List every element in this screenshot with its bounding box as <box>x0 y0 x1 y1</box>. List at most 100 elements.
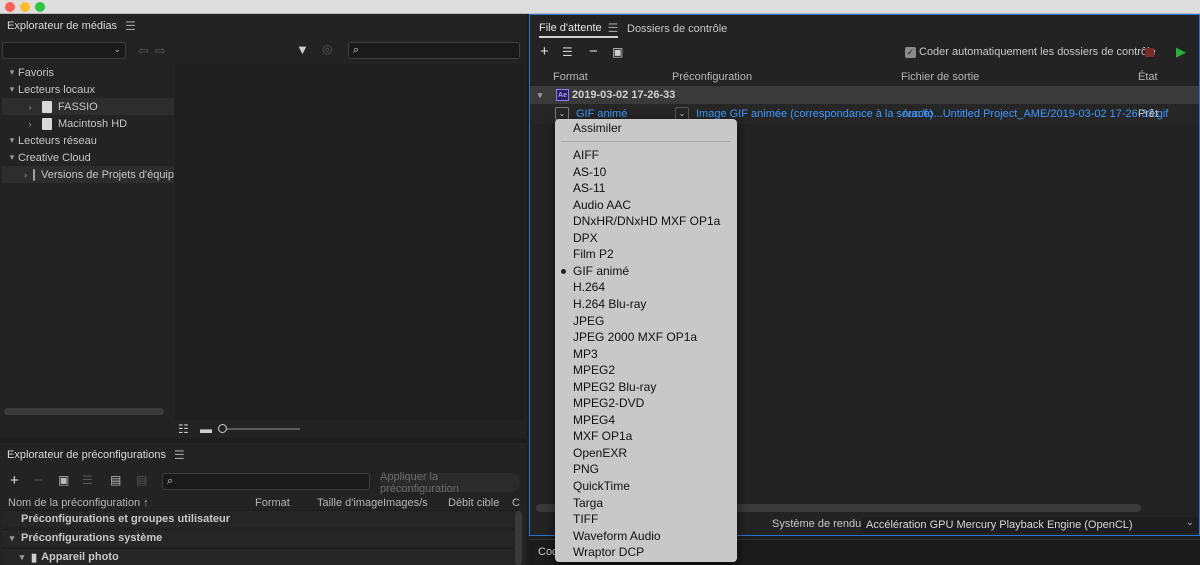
duplicate-item-icon[interactable]: ▣ <box>612 45 623 59</box>
minimize-window-button[interactable] <box>20 2 30 12</box>
chevron-down-icon[interactable]: ▾ <box>6 533 18 544</box>
menu-item-format[interactable]: DNxHR/DNxHD MXF OP1a <box>555 213 737 229</box>
menu-item-format[interactable]: DPX <box>555 230 737 246</box>
chevron-right-icon[interactable]: › <box>24 119 36 129</box>
col-format[interactable]: Format <box>255 497 290 509</box>
location-dropdown[interactable]: ⌄ <box>2 42 126 59</box>
back-arrow-icon[interactable]: ⇦ <box>138 43 149 59</box>
col-preset[interactable]: Préconfiguration <box>672 71 752 83</box>
menu-item-format[interactable]: MPEG2-DVD <box>555 395 737 411</box>
filter-icon[interactable]: ▼ <box>296 42 309 57</box>
menu-item-format[interactable]: PNG <box>555 461 737 477</box>
view-toggle-icon[interactable]: ◎ <box>322 42 332 56</box>
zoom-slider-handle[interactable] <box>218 424 227 433</box>
tab-queue[interactable]: File d'attente ☰ <box>539 19 619 38</box>
menu-item-format[interactable]: GIF animé <box>555 263 737 279</box>
col-frame-size[interactable]: Taille d'image <box>317 497 383 509</box>
menu-item-format[interactable]: MP3 <box>555 346 737 362</box>
add-preset-icon[interactable]: + <box>10 472 19 489</box>
menu-item-format[interactable]: MPEG2 Blu-ray <box>555 379 737 395</box>
col-status[interactable]: État <box>1138 71 1158 83</box>
menu-item-format[interactable]: AS-10 <box>555 164 737 180</box>
zoom-window-button[interactable] <box>35 2 45 12</box>
preset-group-camera[interactable]: ▾ ▮ Appareil photo <box>2 548 514 565</box>
chevron-down-icon[interactable]: ▾ <box>16 552 28 563</box>
menu-item-format[interactable]: Audio AAC <box>555 197 737 213</box>
tab-watch-folders[interactable]: Dossiers de contrôle <box>627 19 727 38</box>
tree-item-favoris[interactable]: ▾ Favoris <box>2 64 174 81</box>
panel-menu-icon[interactable]: ☰ <box>174 448 185 462</box>
menu-item-format[interactable]: JPEG <box>555 313 737 329</box>
add-source-icon[interactable]: + <box>540 43 549 60</box>
queue-toolbar: + ☰ − ▣ ✓ Coder automatiquement les doss… <box>538 43 1191 63</box>
menu-item-format[interactable]: Targa <box>555 495 737 511</box>
apply-preset-button[interactable]: Appliquer la préconfiguration <box>380 471 520 495</box>
menu-item-format[interactable]: Wraptor DCP <box>555 544 737 560</box>
queue-settings-icon[interactable]: ☰ <box>562 45 573 59</box>
remove-preset-icon[interactable]: − <box>34 472 43 489</box>
chevron-down-icon[interactable]: ▾ <box>6 67 18 78</box>
tree-item-network-drives[interactable]: ▾ Lecteurs réseau <box>2 132 174 149</box>
start-queue-icon[interactable]: ▶ <box>1176 44 1186 60</box>
chevron-down-icon[interactable]: ▾ <box>6 152 18 163</box>
menu-item-format[interactable]: Film P2 <box>555 246 737 262</box>
search-icon: ⌕ <box>353 44 360 56</box>
chevron-right-icon[interactable]: › <box>24 170 27 180</box>
group-preset-icon[interactable]: ▣ <box>58 473 69 487</box>
preset-group-user[interactable]: Préconfigurations et groupes utilisateur <box>2 510 514 527</box>
chevron-down-icon[interactable]: ▾ <box>6 84 18 95</box>
chevron-down-icon[interactable]: ▾ <box>534 90 546 101</box>
import-preset-icon[interactable]: ▤ <box>110 473 121 487</box>
col-c[interactable]: C <box>512 497 520 509</box>
renderer-dropdown[interactable]: Accélération GPU Mercury Playback Engine… <box>862 517 1198 533</box>
thumbnail-view-icon[interactable]: ▬ <box>200 422 212 436</box>
media-content-area[interactable] <box>175 64 524 420</box>
queue-group-row[interactable]: ▾ Ae 2019-03-02 17-26-33 <box>530 86 1199 104</box>
panel-menu-icon[interactable]: ☰ <box>608 21 619 35</box>
preset-browser-header: Explorateur de préconfigurations ☰ <box>0 443 526 467</box>
col-output-file[interactable]: Fichier de sortie <box>901 71 979 83</box>
tree-item-team-projects[interactable]: › Versions de Projets d'équip <box>2 166 174 183</box>
export-preset-icon[interactable]: ▤ <box>136 473 147 487</box>
menu-item-format[interactable]: MXF OP1a <box>555 428 737 444</box>
list-view-icon[interactable]: ☷ <box>178 422 189 436</box>
preset-vertical-scrollbar[interactable] <box>515 511 522 565</box>
menu-item-format[interactable]: OpenEXR <box>555 445 737 461</box>
menu-item-format[interactable]: AIFF <box>555 147 737 163</box>
menu-item-format[interactable]: MPEG2 <box>555 362 737 378</box>
col-fps[interactable]: Images/s <box>383 497 428 509</box>
close-window-button[interactable] <box>5 2 15 12</box>
panel-menu-icon[interactable]: ☰ <box>125 19 136 33</box>
tree-horizontal-scrollbar[interactable] <box>4 408 164 415</box>
zoom-slider[interactable] <box>218 428 300 430</box>
menu-item-format[interactable]: AS-11 <box>555 180 737 196</box>
queue-item-output[interactable]: /var/fo...Untitled Project_AME/2019-03-0… <box>903 108 1168 120</box>
menu-item-format[interactable]: JPEG 2000 MXF OP1a <box>555 329 737 345</box>
menu-item-format[interactable]: TIFF <box>555 511 737 527</box>
menu-item-match-source[interactable]: Assimiler <box>555 120 737 136</box>
tree-item-macintosh-hd[interactable]: › Macintosh HD <box>2 115 174 132</box>
tree-item-label: Versions de Projets d'équip <box>41 168 174 181</box>
col-preset-name[interactable]: Nom de la préconfiguration ↑ <box>8 497 149 509</box>
preset-group-system[interactable]: ▾ Préconfigurations système <box>2 529 514 546</box>
menu-item-format[interactable]: H.264 <box>555 279 737 295</box>
chevron-right-icon[interactable]: › <box>24 102 36 112</box>
preset-search-input[interactable]: ⌕ <box>162 473 370 490</box>
col-format[interactable]: Format <box>553 71 588 83</box>
remove-item-icon[interactable]: − <box>589 43 598 60</box>
preset-settings-icon[interactable]: ☰ <box>82 473 93 487</box>
menu-item-format[interactable]: Waveform Audio <box>555 528 737 544</box>
tree-item-creative-cloud[interactable]: ▾ Creative Cloud <box>2 149 174 166</box>
tree-item-local-drives[interactable]: ▾ Lecteurs locaux <box>2 81 174 98</box>
chevron-down-icon[interactable]: ▾ <box>6 135 18 146</box>
menu-item-format[interactable]: H.264 Blu-ray <box>555 296 737 312</box>
menu-item-format[interactable]: QuickTime <box>555 478 737 494</box>
forward-arrow-icon[interactable]: ⇨ <box>155 43 166 59</box>
tree-item-fassio[interactable]: › FASSIO <box>2 98 174 115</box>
auto-encode-checkbox[interactable]: ✓ <box>905 47 916 58</box>
media-search-input[interactable]: ⌕ <box>348 42 520 59</box>
stop-queue-icon[interactable] <box>1145 48 1154 57</box>
menu-item-format[interactable]: MPEG4 <box>555 412 737 428</box>
col-target-bitrate[interactable]: Débit cible <box>448 497 499 509</box>
renderer-value: Accélération GPU Mercury Playback Engine… <box>866 519 1133 531</box>
